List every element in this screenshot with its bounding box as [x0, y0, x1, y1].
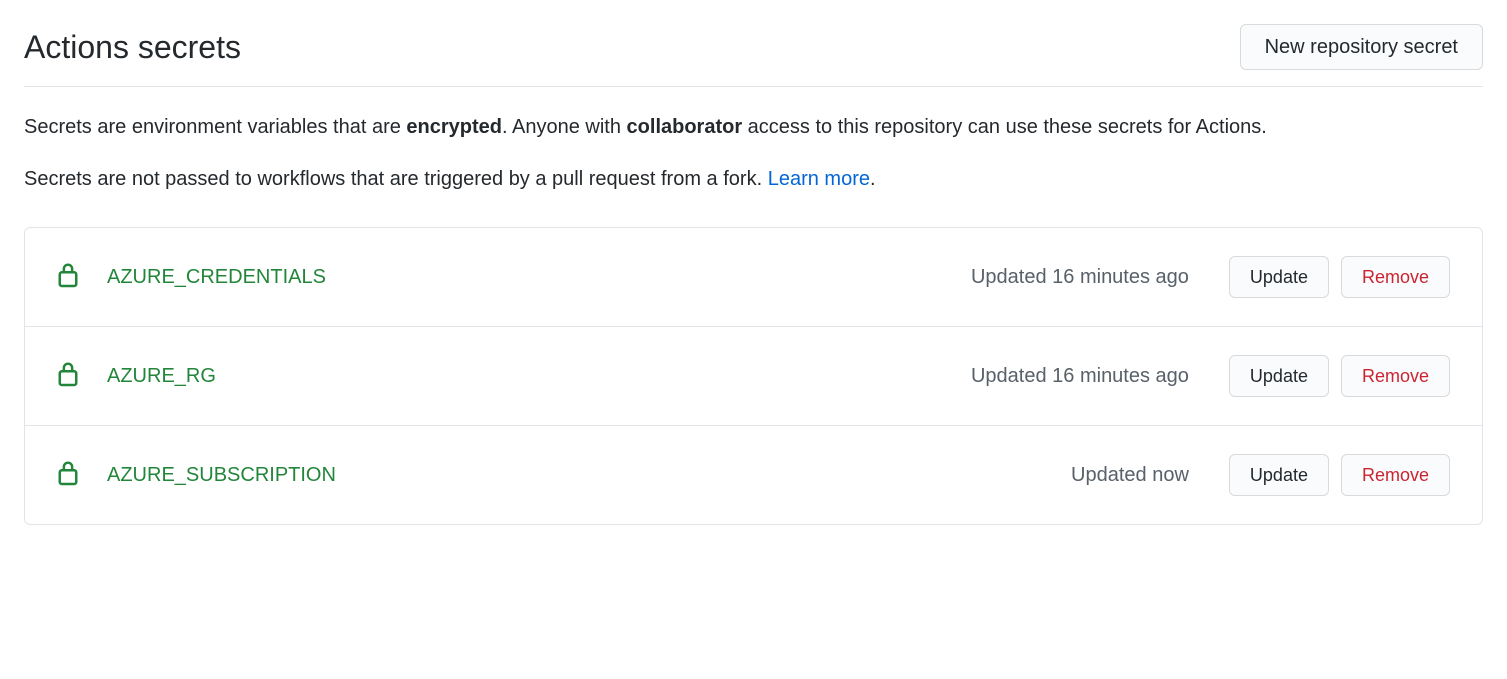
secrets-list: AZURE_CREDENTIALS Updated 16 minutes ago… [24, 227, 1483, 525]
description-fork: Secrets are not passed to workflows that… [24, 163, 1483, 195]
desc-text: . [870, 168, 876, 190]
learn-more-link[interactable]: Learn more [768, 168, 870, 190]
update-button[interactable]: Update [1229, 454, 1329, 496]
secret-actions: Update Remove [1229, 454, 1450, 496]
secret-row: AZURE_RG Updated 16 minutes ago Update R… [25, 327, 1482, 426]
secret-updated: Updated now [1071, 464, 1189, 487]
description-encrypted: Secrets are environment variables that a… [24, 111, 1483, 143]
desc-text: Secrets are not passed to workflows that… [24, 168, 768, 190]
lock-icon [57, 262, 79, 293]
desc-bold-collaborator: collaborator [627, 116, 743, 138]
secret-row: AZURE_SUBSCRIPTION Updated now Update Re… [25, 426, 1482, 524]
update-button[interactable]: Update [1229, 355, 1329, 397]
page-title: Actions secrets [24, 29, 241, 66]
secret-name: AZURE_RG [107, 365, 971, 388]
desc-text: Secrets are environment variables that a… [24, 116, 406, 138]
secret-updated: Updated 16 minutes ago [971, 365, 1189, 388]
desc-text: access to this repository can use these … [742, 116, 1267, 138]
desc-bold-encrypted: encrypted [406, 116, 502, 138]
page-header: Actions secrets New repository secret [24, 24, 1483, 87]
secret-row: AZURE_CREDENTIALS Updated 16 minutes ago… [25, 228, 1482, 327]
secret-name: AZURE_SUBSCRIPTION [107, 464, 1071, 487]
update-button[interactable]: Update [1229, 256, 1329, 298]
secret-actions: Update Remove [1229, 256, 1450, 298]
secret-updated: Updated 16 minutes ago [971, 266, 1189, 289]
remove-button[interactable]: Remove [1341, 256, 1450, 298]
secret-actions: Update Remove [1229, 355, 1450, 397]
lock-icon [57, 460, 79, 491]
lock-icon [57, 361, 79, 392]
new-secret-button[interactable]: New repository secret [1240, 24, 1483, 70]
desc-text: . Anyone with [502, 116, 627, 138]
secret-name: AZURE_CREDENTIALS [107, 266, 971, 289]
remove-button[interactable]: Remove [1341, 454, 1450, 496]
remove-button[interactable]: Remove [1341, 355, 1450, 397]
